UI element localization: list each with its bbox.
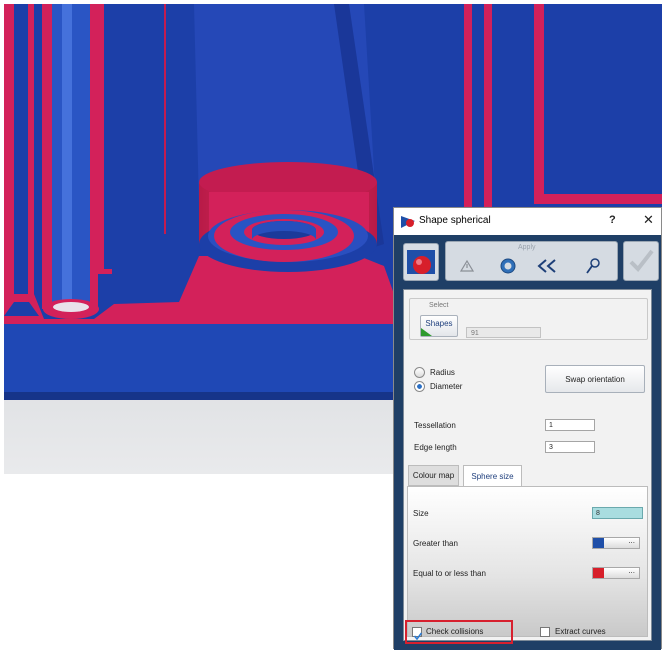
close-button[interactable]: ✕ <box>643 212 654 228</box>
tessellation-label: Tessellation <box>414 421 456 430</box>
pick-button[interactable] <box>582 255 604 277</box>
shape-spherical-app-icon <box>401 216 415 228</box>
extract-curves-label: Extract curves <box>555 627 606 636</box>
radius-radio-label: Radius <box>430 368 455 377</box>
extract-curves-checkbox[interactable] <box>540 627 550 637</box>
shape-spherical-main-button[interactable] <box>403 243 439 281</box>
tab-sphere-size-label: Sphere size <box>471 472 514 481</box>
tab-colour-map[interactable]: Colour map <box>408 465 459 486</box>
tab-sphere-size[interactable]: Sphere size <box>463 465 522 487</box>
settings-gear-icon <box>500 258 516 274</box>
equal-or-less-dots: ... <box>628 566 635 575</box>
checkmark-icon <box>413 632 423 641</box>
shape-spherical-dialog: Shape spherical ? ✕ Apply Select Shapes … <box>393 207 662 650</box>
edge-length-label: Edge length <box>414 443 457 452</box>
equal-or-less-color-swatch <box>593 568 604 578</box>
greater-than-color-button[interactable]: ... <box>592 536 640 549</box>
dialog-titlebar[interactable]: Shape spherical ? ✕ <box>394 208 661 235</box>
help-button[interactable]: ? <box>609 214 616 226</box>
equal-or-less-color-button[interactable]: ... <box>592 566 640 579</box>
sphere-size-tab-panel: Size 8 Greater than ... Equal to or less… <box>407 486 648 637</box>
greater-than-label: Greater than <box>413 539 458 548</box>
size-label: Size <box>413 509 429 518</box>
warning-icon <box>460 259 474 272</box>
greater-than-dots: ... <box>628 536 635 545</box>
size-input[interactable]: 8 <box>592 507 643 519</box>
select-group: Select Shapes 91 <box>409 298 648 340</box>
equal-or-less-label: Equal to or less than <box>413 569 486 578</box>
dialog-title: Shape spherical <box>419 215 491 226</box>
previous-button[interactable] <box>536 255 558 277</box>
pick-icon <box>586 258 600 274</box>
edge-length-input[interactable]: 3 <box>545 441 595 453</box>
dialog-body: Apply Select Shapes 91 Radius Diameter S… <box>394 235 661 650</box>
swap-orientation-button[interactable]: Swap orientation <box>545 365 645 393</box>
options-panel: Select Shapes 91 Radius Diameter Swap or… <box>403 289 652 644</box>
checkmark-icon <box>629 249 654 273</box>
double-chevron-left-icon <box>537 259 556 273</box>
diameter-radio-label: Diameter <box>430 382 463 391</box>
diameter-radio[interactable] <box>414 381 425 392</box>
settings-button[interactable] <box>497 255 519 277</box>
radius-radio[interactable] <box>414 367 425 378</box>
ok-button[interactable] <box>623 241 659 281</box>
shapes-button[interactable]: Shapes <box>420 315 458 337</box>
apply-label: Apply <box>518 244 536 251</box>
select-group-label: Select <box>427 302 451 309</box>
selection-indicator-icon <box>421 328 432 336</box>
shapes-count-field: 91 <box>466 327 541 338</box>
shapes-button-label: Shapes <box>425 319 453 328</box>
check-collisions-label: Check collisions <box>426 627 484 636</box>
greater-than-color-swatch <box>593 538 604 548</box>
action-toolbar: Apply <box>445 241 618 281</box>
check-collisions-checkbox[interactable] <box>412 627 423 641</box>
shape-sphere-icon <box>407 250 435 274</box>
swap-orientation-label: Swap orientation <box>565 374 625 384</box>
tab-colour-map-label: Colour map <box>412 471 455 480</box>
warning-button[interactable] <box>456 255 478 277</box>
tessellation-input[interactable]: 1 <box>545 419 595 431</box>
